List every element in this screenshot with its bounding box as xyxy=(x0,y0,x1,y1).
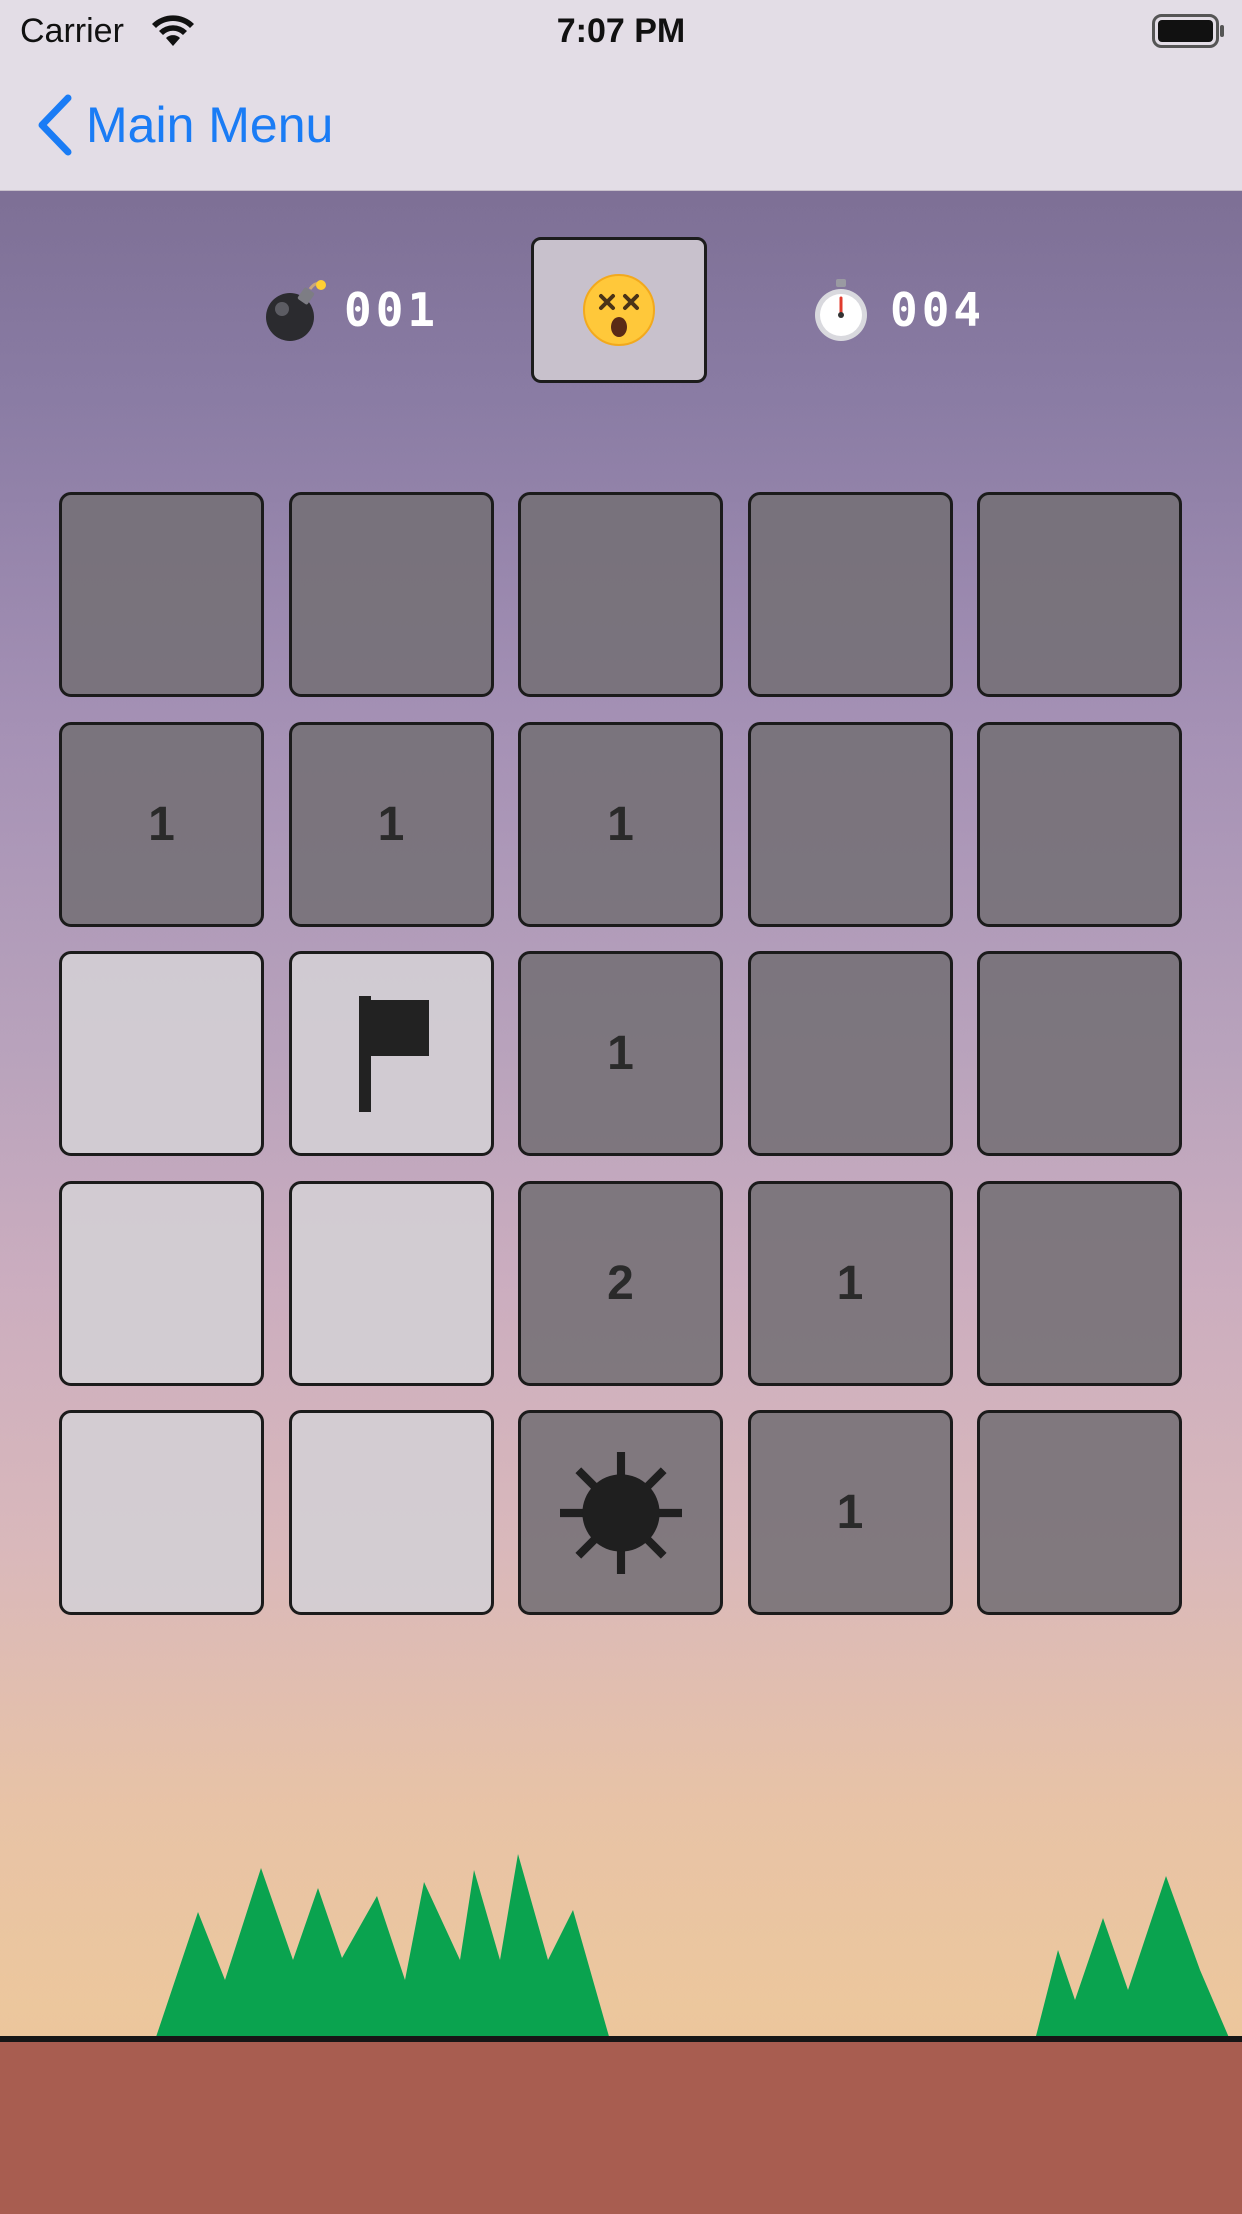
cell-number: 1 xyxy=(607,797,634,851)
cell-r3-c5[interactable] xyxy=(977,951,1182,1156)
cell-r5-c3[interactable] xyxy=(518,1410,723,1615)
ground xyxy=(0,2036,1242,2214)
cell-number: 1 xyxy=(148,797,175,851)
cell-r1-c5[interactable] xyxy=(977,492,1182,697)
cell-r2-c5[interactable] xyxy=(977,721,1182,927)
cell-r4-c1[interactable] xyxy=(59,1180,264,1386)
cell-r3-c1[interactable] xyxy=(59,951,264,1156)
cell-r3-c3[interactable]: 1 xyxy=(518,951,723,1156)
dizzy-face-icon xyxy=(583,274,655,346)
cell-r1-c3[interactable] xyxy=(518,492,723,697)
flag-icon xyxy=(359,995,429,1112)
minefield-grid: 1 1 1 1 2 1 1 xyxy=(59,492,1182,1615)
cell-r4-c4[interactable]: 1 xyxy=(747,1180,953,1386)
cell-number: 1 xyxy=(377,797,405,851)
reset-face-button[interactable] xyxy=(531,237,707,383)
bomb-icon xyxy=(266,280,326,341)
cell-r2-c1[interactable]: 1 xyxy=(59,721,264,927)
cell-number: 1 xyxy=(607,1027,634,1080)
bomb-counter: 001 xyxy=(262,270,439,350)
cell-r2-c4[interactable] xyxy=(747,721,953,927)
clock: 7:07 PM xyxy=(556,12,686,50)
cell-r1-c2[interactable] xyxy=(288,492,494,697)
timer-counter: 004 xyxy=(808,270,985,350)
cell-r5-c1[interactable] xyxy=(59,1410,264,1615)
navigation-bar: Carrier 7:07 PM Main Menu xyxy=(0,0,1242,191)
timer-value: 004 xyxy=(890,283,986,337)
cell-r3-c2[interactable] xyxy=(288,951,494,1156)
cell-r2-c2[interactable]: 1 xyxy=(288,721,494,927)
cell-number: 1 xyxy=(836,1256,864,1310)
cell-r5-c5[interactable] xyxy=(977,1410,1182,1615)
stopwatch-icon xyxy=(815,279,867,341)
cell-number: 2 xyxy=(607,1256,634,1310)
back-button[interactable]: Main Menu xyxy=(36,90,333,160)
back-label: Main Menu xyxy=(86,97,334,153)
cell-r4-c2[interactable] xyxy=(288,1180,494,1386)
bomb-count: 001 xyxy=(344,283,440,337)
mine-icon xyxy=(559,1451,682,1574)
cell-r4-c3[interactable]: 2 xyxy=(518,1180,723,1386)
cell-r2-c3[interactable]: 1 xyxy=(518,721,723,927)
cell-r5-c2[interactable] xyxy=(288,1410,494,1615)
cell-r3-c4[interactable] xyxy=(747,951,953,1156)
cell-r1-c1[interactable] xyxy=(59,492,264,697)
cell-r5-c4[interactable]: 1 xyxy=(747,1410,953,1615)
cell-r1-c4[interactable] xyxy=(747,492,953,697)
grass-bushes xyxy=(155,1854,1230,2040)
battery-icon xyxy=(1152,14,1224,48)
cell-r4-c5[interactable] xyxy=(977,1180,1182,1386)
chevron-left-icon xyxy=(38,94,72,156)
cell-number: 1 xyxy=(836,1486,864,1539)
